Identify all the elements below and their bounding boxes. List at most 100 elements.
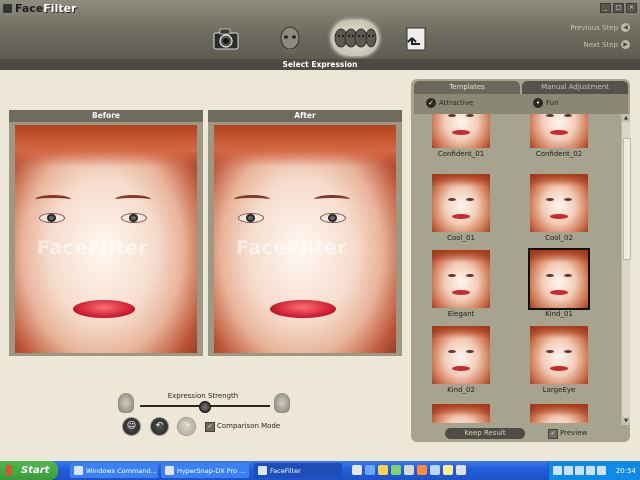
- tray-icon[interactable]: [597, 466, 606, 475]
- category-attractive[interactable]: ✓ Attractive: [426, 98, 473, 108]
- taskbar-item-facefilter[interactable]: FaceFilter: [254, 463, 342, 478]
- taskbar-item-hypersnap[interactable]: HyperSnap-DX Pro ...: [161, 463, 249, 478]
- preview-checkbox[interactable]: ✓: [548, 429, 558, 439]
- lips: [452, 366, 470, 371]
- lips: [550, 130, 568, 135]
- after-image: FaceFilter: [214, 125, 396, 353]
- scroll-down-icon[interactable]: ▼: [622, 417, 630, 425]
- template-thumbnail[interactable]: [530, 326, 588, 384]
- close-button[interactable]: ×: [626, 3, 637, 13]
- section-title: Select Expression: [0, 59, 640, 70]
- minimize-button[interactable]: _: [600, 3, 611, 13]
- left-eye: [39, 213, 65, 223]
- tab-templates[interactable]: Templates: [414, 81, 520, 94]
- template-thumbnail[interactable]: [530, 250, 588, 308]
- check-icon: ✓: [426, 98, 436, 108]
- category-fun[interactable]: • Fun: [533, 98, 559, 108]
- template-thumbnail[interactable]: [530, 404, 588, 423]
- lips: [550, 290, 568, 295]
- eye: [564, 274, 572, 277]
- quick-launch-icon[interactable]: [352, 465, 362, 475]
- redo-button[interactable]: ↷: [178, 418, 195, 435]
- tray-icon[interactable]: [564, 466, 573, 475]
- facefilter-icon: [258, 466, 267, 475]
- radio-icon: •: [533, 98, 543, 108]
- right-brow: [115, 195, 151, 204]
- before-title: Before: [9, 110, 203, 122]
- arrow-left-icon: ◀: [621, 23, 630, 32]
- smile-button[interactable]: ☺: [123, 418, 140, 435]
- tray-icon[interactable]: [553, 466, 562, 475]
- template-label: Confident_01: [437, 150, 485, 158]
- eye: [466, 198, 474, 201]
- quick-launch-icon[interactable]: [391, 465, 401, 475]
- before-image: FaceFilter: [15, 125, 197, 353]
- expression-heads-icon[interactable]: [333, 21, 377, 55]
- scroll-up-icon[interactable]: ▲: [622, 114, 630, 122]
- template-thumbnail[interactable]: [432, 114, 490, 148]
- app-title-part1: Face: [15, 2, 44, 15]
- template-thumbnail[interactable]: [432, 250, 490, 308]
- undo-button[interactable]: ↶: [151, 418, 168, 435]
- eye: [448, 114, 456, 117]
- lips: [452, 214, 470, 219]
- template-thumbnail[interactable]: [530, 114, 588, 148]
- lips: [452, 130, 470, 135]
- arrow-right-icon: ▶: [621, 40, 630, 49]
- expression-strength-label: Expression Strength: [167, 392, 239, 400]
- comparison-mode-checkbox[interactable]: ✓: [205, 422, 215, 432]
- after-title: After: [208, 110, 402, 122]
- save-return-icon[interactable]: [402, 24, 432, 54]
- windows-logo-icon: [6, 465, 17, 476]
- taskbar-item-command[interactable]: Windows Command...: [70, 463, 158, 478]
- template-label: Kind_02: [447, 386, 475, 394]
- header-bar: Face Filter _ □ × Previous Step ◀ Next S…: [0, 0, 640, 59]
- comparison-mode-label: Comparison Mode: [217, 422, 281, 430]
- eye: [564, 114, 572, 117]
- left-brow: [35, 195, 71, 204]
- left-brow: [234, 195, 270, 204]
- quick-launch-icon[interactable]: [443, 465, 453, 475]
- head-icon[interactable]: [275, 24, 305, 54]
- keep-result-button[interactable]: Keep Result: [445, 428, 525, 439]
- template-label: Elegant: [447, 310, 475, 318]
- quick-launch-icon[interactable]: [404, 465, 414, 475]
- lips: [73, 300, 135, 318]
- slider-knob[interactable]: [199, 401, 211, 413]
- previous-step-button[interactable]: Previous Step ◀: [570, 23, 630, 32]
- template-scrollbar[interactable]: ▲ ▼: [621, 114, 631, 425]
- camera-icon[interactable]: [211, 24, 241, 54]
- eye: [448, 274, 456, 277]
- quick-launch-icon[interactable]: [417, 465, 427, 475]
- task-label: HyperSnap-DX Pro ...: [177, 466, 246, 475]
- quick-launch-icon[interactable]: [378, 465, 388, 475]
- quick-launch-icon[interactable]: [456, 465, 466, 475]
- maximize-button[interactable]: □: [613, 3, 624, 13]
- next-step-button[interactable]: Next Step ▶: [584, 40, 630, 49]
- start-button[interactable]: Start: [0, 461, 58, 480]
- app-title-part2: Filter: [43, 2, 77, 15]
- right-brow: [314, 195, 350, 204]
- template-thumbnail[interactable]: [432, 174, 490, 232]
- tray-icon[interactable]: [575, 466, 584, 475]
- category-fun-label: Fun: [546, 99, 559, 107]
- after-panel: After FaceFilter: [208, 110, 402, 356]
- eye: [448, 198, 456, 201]
- eye: [466, 274, 474, 277]
- template-thumbnail[interactable]: [432, 326, 490, 384]
- hair-shape: [530, 174, 588, 186]
- tray-icon[interactable]: [586, 466, 595, 475]
- eye: [448, 350, 456, 353]
- quick-launch-icon[interactable]: [430, 465, 440, 475]
- template-label: LargeEye: [542, 386, 576, 394]
- quick-launch-icon[interactable]: [365, 465, 375, 475]
- scroll-thumb[interactable]: [623, 138, 631, 260]
- taskbar: Start Windows Command... HyperSnap-DX Pr…: [0, 461, 640, 480]
- eye: [564, 198, 572, 201]
- hair-shape: [432, 404, 490, 416]
- right-eye: [320, 213, 346, 223]
- system-tray: 20:54: [548, 461, 640, 480]
- tab-manual-adjustment[interactable]: Manual Adjustment: [522, 81, 628, 94]
- template-thumbnail[interactable]: [432, 404, 490, 423]
- template-thumbnail[interactable]: [530, 174, 588, 232]
